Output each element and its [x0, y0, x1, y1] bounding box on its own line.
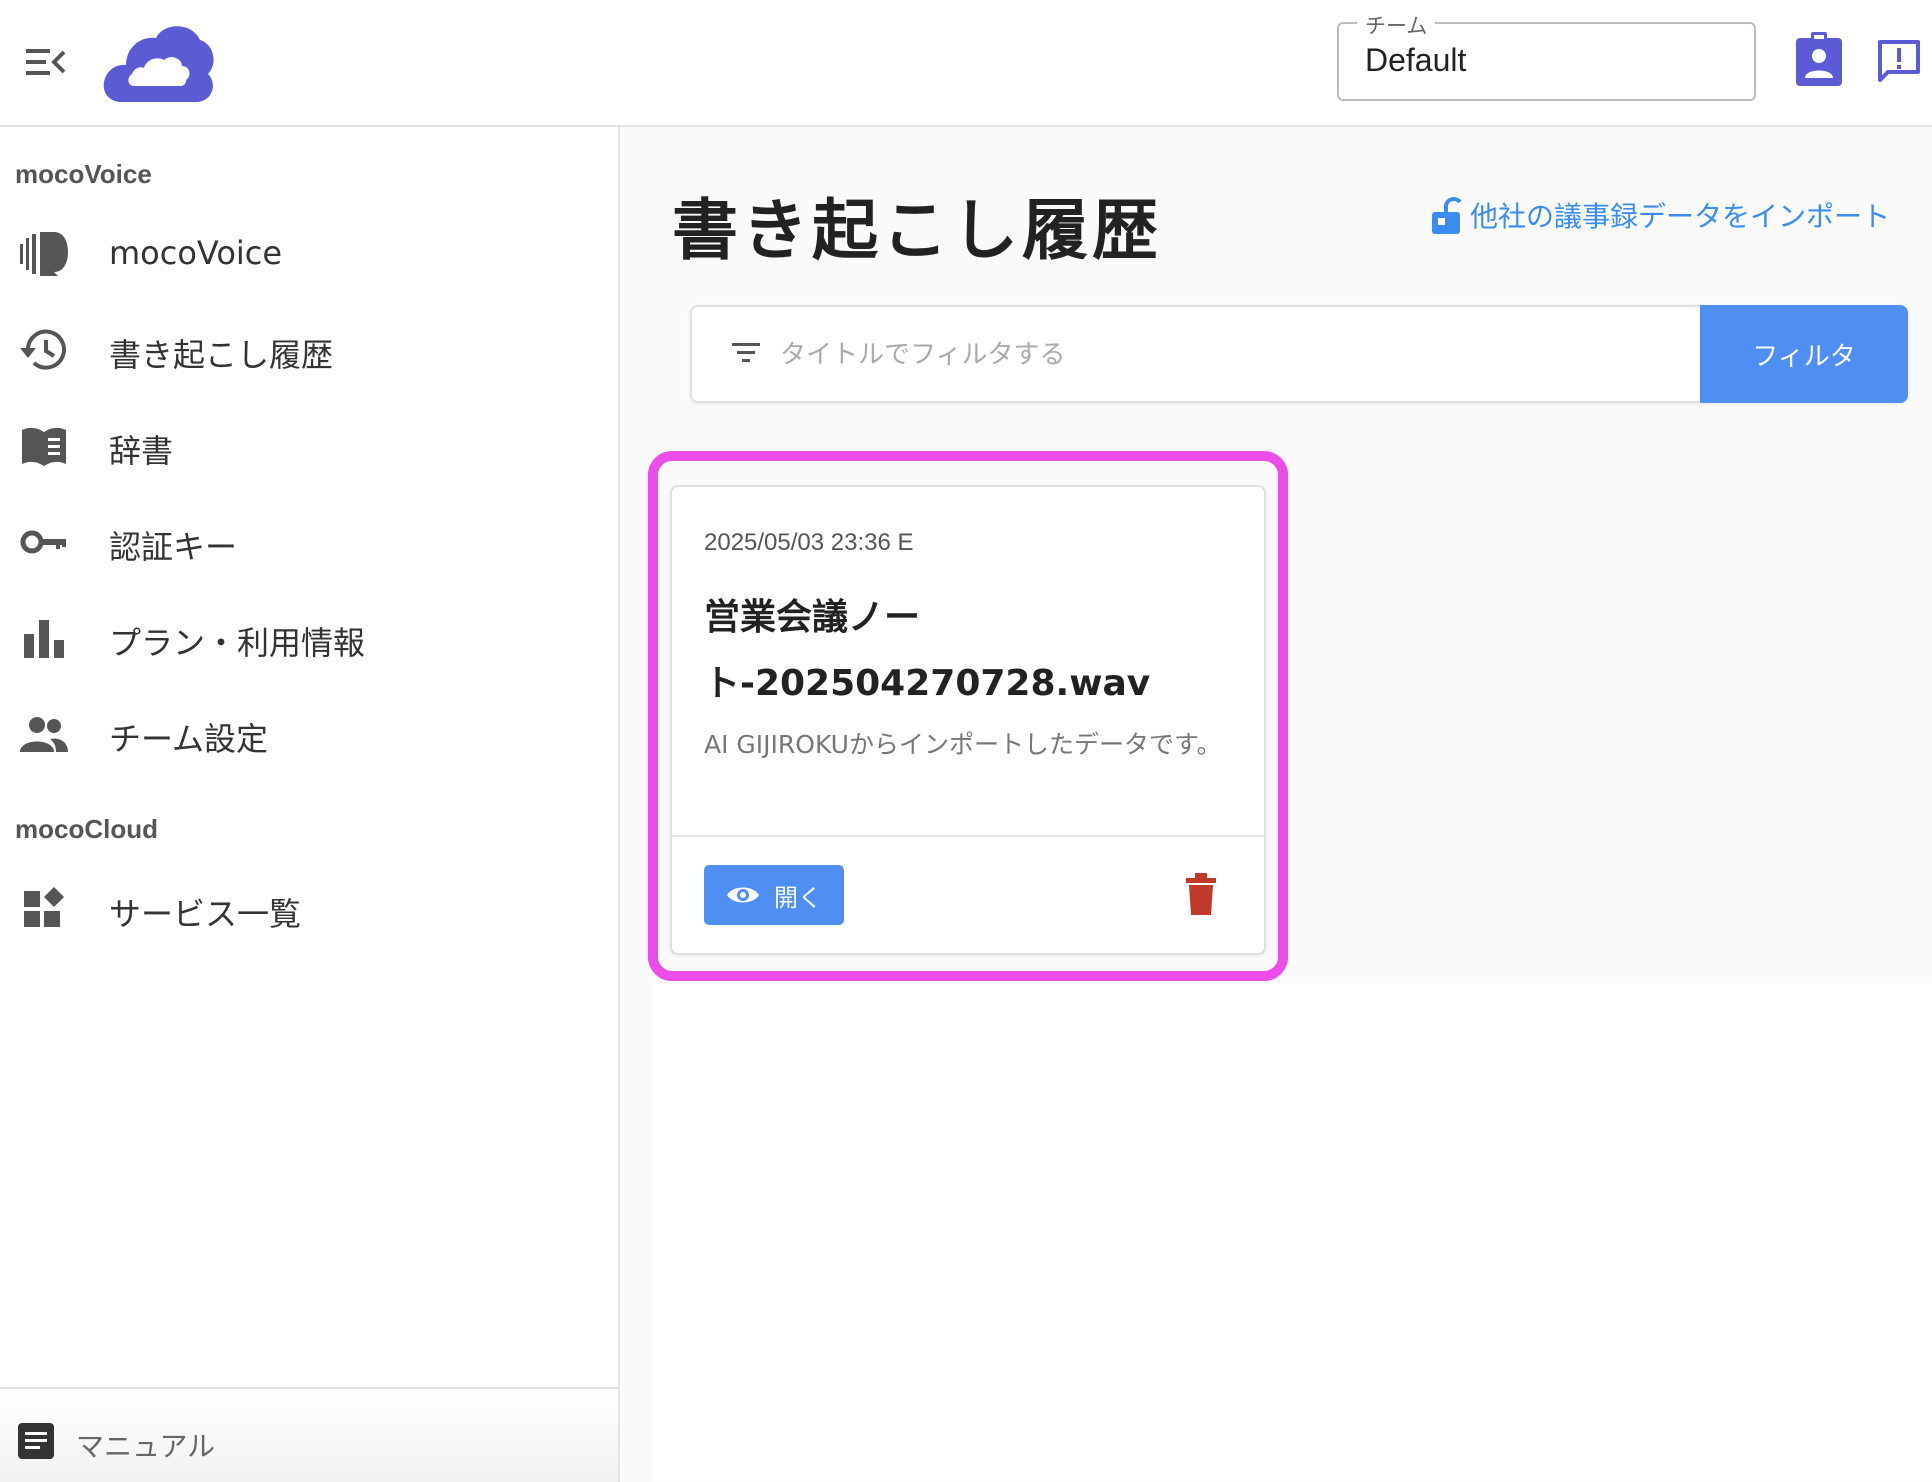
feedback-icon[interactable] [1876, 38, 1922, 84]
moco-cloud-logo[interactable] [100, 18, 216, 106]
import-link-label: 他社の議事録データをインポート [1470, 200, 1891, 233]
bar-chart-icon [24, 620, 64, 658]
document-icon [18, 1423, 54, 1459]
history-icon [20, 329, 66, 370]
sidebar-item-services[interactable]: サービス一覧 [0, 863, 618, 953]
sidebar-item-label: mocoVoice [109, 234, 283, 272]
sidebar-item-dictionary[interactable]: 辞書 [0, 400, 618, 490]
sidebar-section-mococloud: mocoCloud [15, 814, 158, 844]
filter-icon [732, 343, 760, 362]
sidebar: mocoVoice mocoVoice 書き起こし履歴 辞書 認証キー プラン・… [0, 127, 620, 1482]
menu-collapse-icon[interactable] [26, 46, 66, 78]
sidebar-item-label: マニュアル [76, 1430, 216, 1463]
sidebar-section-mocovoice: mocoVoice [15, 159, 152, 189]
account-badge-icon[interactable] [1794, 32, 1844, 88]
import-link[interactable]: 他社の議事録データをインポート [1430, 193, 1890, 237]
voice-icon [20, 232, 68, 276]
sidebar-item-mocovoice[interactable]: mocoVoice [0, 208, 618, 298]
filter-input[interactable] [780, 327, 1660, 383]
sidebar-item-label: 認証キー [109, 528, 238, 566]
sidebar-item-team-settings[interactable]: チーム設定 [0, 688, 618, 778]
filter-bar: フィルタ [690, 305, 1908, 403]
page-title: 書き起こし履歴 [672, 192, 1162, 269]
sidebar-item-label: プラン・利用情報 [109, 624, 366, 662]
lock-open-icon [1432, 197, 1462, 234]
sidebar-item-label: チーム設定 [109, 720, 269, 758]
team-select-label: チーム [1357, 10, 1436, 40]
highlight-frame [648, 451, 1288, 981]
card-grid-background [652, 983, 1932, 1481]
sidebar-item-manual[interactable]: マニュアル [0, 1387, 618, 1482]
sidebar-item-label: サービス一覧 [109, 895, 302, 933]
app-header: チーム Default [0, 0, 1932, 127]
sidebar-item-plan[interactable]: プラン・利用情報 [0, 592, 618, 682]
team-select-value: Default [1365, 42, 1467, 78]
team-select[interactable]: チーム Default [1337, 10, 1756, 101]
group-icon [20, 717, 68, 752]
sidebar-item-label: 書き起こし履歴 [109, 336, 334, 374]
book-icon [22, 427, 66, 466]
sidebar-item-history[interactable]: 書き起こし履歴 [0, 304, 618, 394]
sidebar-item-label: 辞書 [109, 432, 174, 470]
filter-button[interactable]: フィルタ [1700, 305, 1908, 403]
widgets-icon [24, 887, 64, 927]
key-icon [20, 530, 66, 554]
sidebar-item-auth-key[interactable]: 認証キー [0, 496, 618, 586]
main-content: 書き起こし履歴 他社の議事録データをインポート フィルタ 2025/05/03 … [622, 127, 1932, 1482]
